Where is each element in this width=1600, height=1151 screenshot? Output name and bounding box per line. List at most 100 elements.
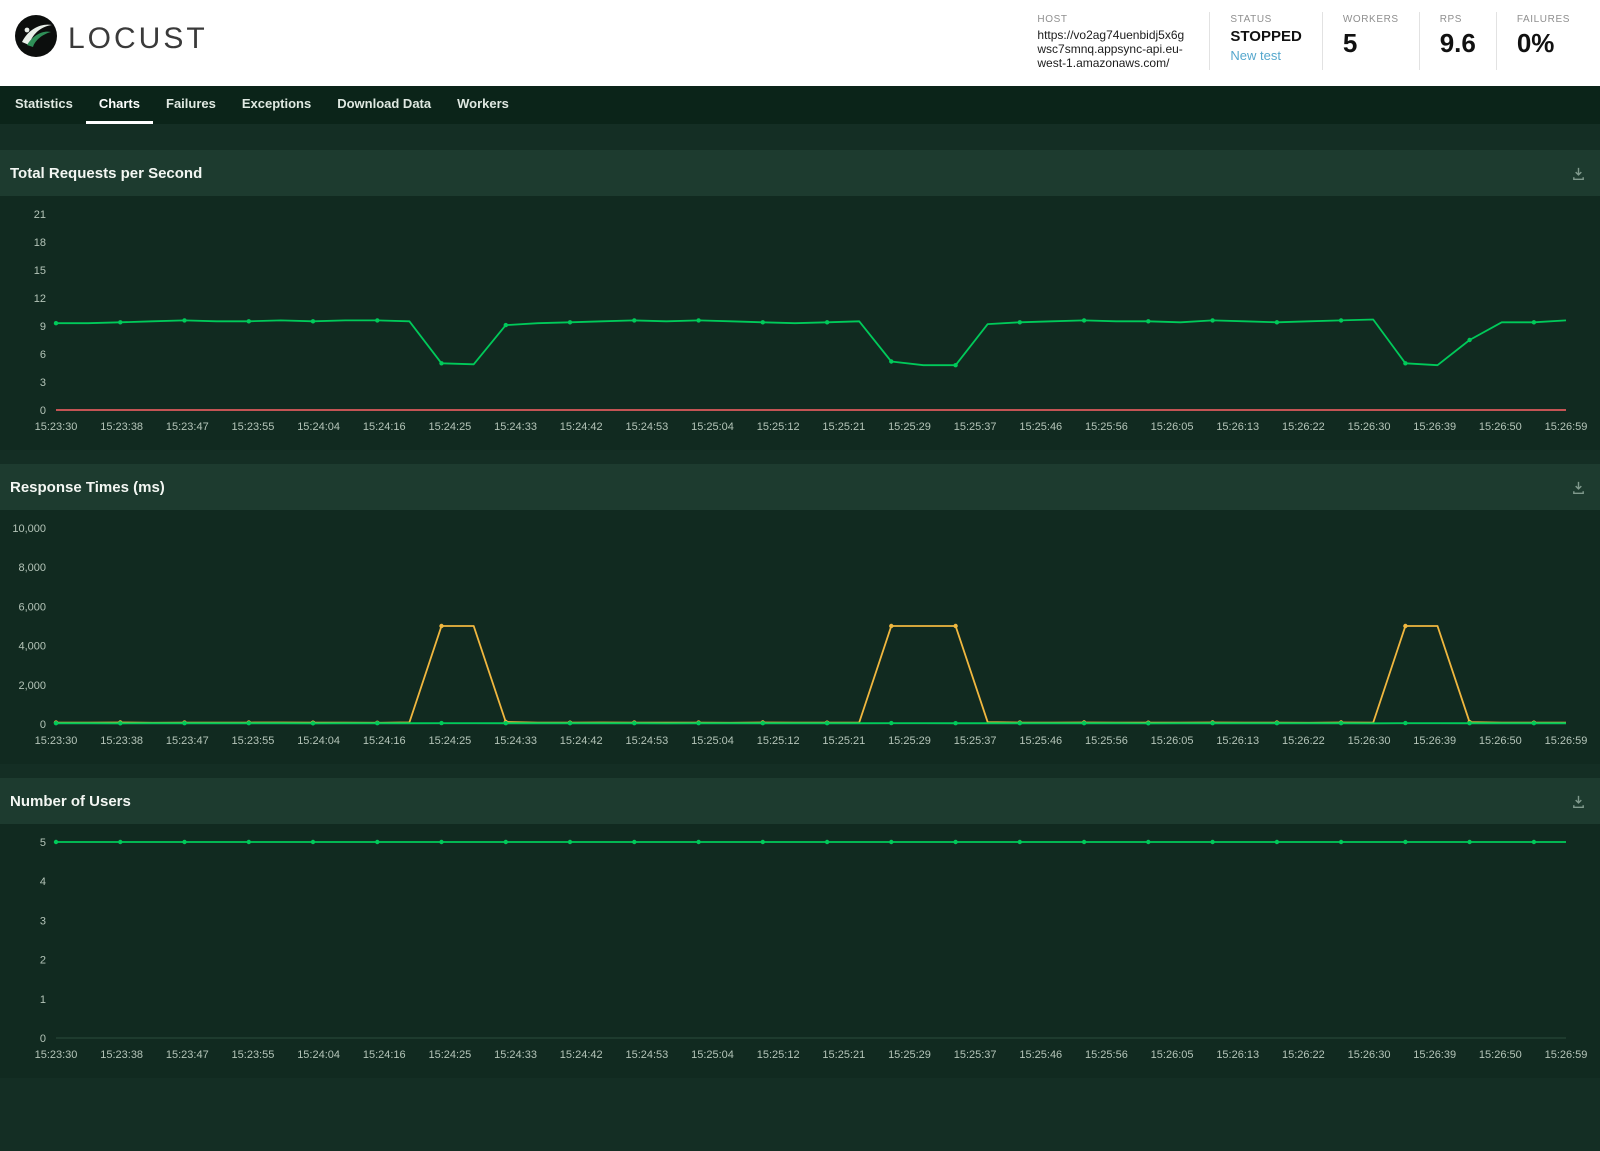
svg-text:15:26:30: 15:26:30	[1348, 421, 1391, 433]
svg-text:15:25:56: 15:25:56	[1085, 735, 1128, 747]
total-rps-chart-canvas: 0 3 6 9 12 15 18 21 15:23:30 15:23:38 15:23:47 15:2…	[34, 209, 1588, 433]
download-chart-icon[interactable]	[1571, 480, 1586, 495]
svg-text:15:23:38: 15:23:38	[100, 421, 143, 433]
svg-text:15:25:56: 15:25:56	[1085, 421, 1128, 433]
svg-text:15:25:04: 15:25:04	[691, 1049, 734, 1061]
svg-text:15:24:16: 15:24:16	[363, 1049, 406, 1061]
svg-text:15:23:30: 15:23:30	[35, 735, 78, 747]
svg-text:15:26:05: 15:26:05	[1151, 735, 1194, 747]
svg-text:15:25:37: 15:25:37	[954, 735, 997, 747]
svg-text:15:25:04: 15:25:04	[691, 735, 734, 747]
number-of-users-chart-canvas: 0 1 2 3 4 5 15:23:30 15:23:38 15:23:47 15:23:55 15…	[35, 837, 1588, 1061]
svg-text:15:26:30: 15:26:30	[1348, 735, 1391, 747]
chart-panel-number-of-users: Number of Users 0 1 2 3 4 5 15:23:30 15:23:38 15…	[0, 778, 1600, 1078]
svg-text:15:25:46: 15:25:46	[1019, 1049, 1062, 1061]
svg-text:15:26:39: 15:26:39	[1413, 735, 1456, 747]
svg-text:15:26:39: 15:26:39	[1413, 421, 1456, 433]
svg-text:15:25:29: 15:25:29	[888, 421, 931, 433]
charts-main: Total Requests per Second 0 3 6 9 12 15 18 21 15…	[0, 124, 1600, 1078]
svg-text:0: 0	[40, 719, 46, 731]
svg-text:15:24:33: 15:24:33	[494, 421, 537, 433]
workers-value: 5	[1342, 28, 1358, 58]
svg-text:1: 1	[40, 994, 46, 1006]
svg-text:15:25:21: 15:25:21	[822, 1049, 865, 1061]
locust-logo-icon	[14, 14, 58, 63]
svg-text:18: 18	[34, 237, 46, 249]
main-nav: Statistics Charts Failures Exceptions Do…	[0, 86, 1600, 124]
svg-text:15:25:04: 15:25:04	[691, 421, 734, 433]
svg-text:15:26:05: 15:26:05	[1151, 1049, 1194, 1061]
svg-text:6: 6	[40, 349, 46, 361]
svg-text:15:23:55: 15:23:55	[232, 421, 275, 433]
svg-text:15:23:30: 15:23:30	[35, 1049, 78, 1061]
svg-text:15:26:13: 15:26:13	[1216, 1049, 1259, 1061]
svg-text:15:26:30: 15:26:30	[1348, 1049, 1391, 1061]
tab-charts[interactable]: Charts	[85, 86, 153, 124]
svg-text:10,000: 10,000	[12, 523, 46, 535]
svg-text:15:25:21: 15:25:21	[822, 421, 865, 433]
chart-title-number-of-users: Number of Users	[10, 792, 131, 810]
svg-text:15:26:50: 15:26:50	[1479, 421, 1522, 433]
rps-stat: RPS 9.6	[1418, 12, 1496, 70]
svg-text:3: 3	[40, 915, 46, 927]
chart-body: 0 3 6 9 12 15 18 21 15:23:30 15:23:38 15:23:47 15:2…	[0, 196, 1600, 450]
svg-text:4,000: 4,000	[18, 641, 46, 653]
chart-header: Number of Users	[0, 778, 1600, 824]
tab-workers[interactable]: Workers	[444, 86, 522, 124]
new-test-link[interactable]: New test	[1230, 48, 1281, 63]
chart-panel-response-times: Response Times (ms) 0 2,000 4,000 6,000 8,00…	[0, 464, 1600, 764]
failures-stat: FAILURES 0%	[1495, 12, 1590, 70]
svg-text:15:23:55: 15:23:55	[232, 735, 275, 747]
svg-text:15:25:12: 15:25:12	[757, 735, 800, 747]
svg-text:15:26:05: 15:26:05	[1151, 421, 1194, 433]
chart-title-total-rps: Total Requests per Second	[10, 164, 203, 182]
status-label: STATUS	[1230, 14, 1272, 25]
chart-header: Response Times (ms)	[0, 464, 1600, 510]
tab-download-data[interactable]: Download Data	[324, 86, 444, 124]
svg-text:15:24:53: 15:24:53	[625, 421, 668, 433]
status-stat: STATUS STOPPED New test	[1209, 12, 1321, 70]
tab-failures[interactable]: Failures	[153, 86, 229, 124]
svg-text:15:23:47: 15:23:47	[166, 735, 209, 747]
svg-text:15:24:42: 15:24:42	[560, 735, 603, 747]
locust-logo[interactable]: LOCUST	[14, 14, 208, 63]
svg-text:15:26:13: 15:26:13	[1216, 421, 1259, 433]
svg-text:15:23:38: 15:23:38	[100, 1049, 143, 1061]
svg-text:15:25:46: 15:25:46	[1019, 735, 1062, 747]
status-value: STOPPED	[1230, 28, 1302, 45]
workers-stat: WORKERS 5	[1321, 12, 1419, 70]
svg-text:6,000: 6,000	[18, 601, 46, 613]
svg-text:2: 2	[40, 955, 46, 967]
svg-text:15:24:16: 15:24:16	[363, 735, 406, 747]
header-stats: HOST https://vo2ag74uenbidj5x6gwsc7smnq.…	[1017, 12, 1590, 70]
download-chart-icon[interactable]	[1571, 794, 1586, 809]
svg-text:12: 12	[34, 293, 46, 305]
workers-label: WORKERS	[1342, 14, 1399, 25]
svg-text:15:23:55: 15:23:55	[232, 1049, 275, 1061]
svg-text:15:24:42: 15:24:42	[560, 1049, 603, 1061]
svg-text:15:24:04: 15:24:04	[297, 421, 340, 433]
svg-text:15:26:59: 15:26:59	[1545, 421, 1588, 433]
svg-text:21: 21	[34, 209, 46, 221]
svg-text:15:25:12: 15:25:12	[757, 1049, 800, 1061]
svg-text:15:23:47: 15:23:47	[166, 421, 209, 433]
svg-text:15:24:53: 15:24:53	[625, 1049, 668, 1061]
svg-text:5: 5	[40, 837, 46, 849]
svg-text:15:26:59: 15:26:59	[1545, 1049, 1588, 1061]
svg-text:15:26:22: 15:26:22	[1282, 421, 1325, 433]
response-times-chart-canvas: 0 2,000 4,000 6,000 8,000 10,000 15:23:30 15:23…	[12, 523, 1587, 747]
tab-statistics[interactable]: Statistics	[2, 86, 86, 124]
svg-text:15:24:25: 15:24:25	[428, 1049, 471, 1061]
svg-text:0: 0	[40, 1033, 46, 1045]
svg-text:15:24:33: 15:24:33	[494, 735, 537, 747]
svg-text:15:25:29: 15:25:29	[888, 1049, 931, 1061]
svg-text:15:26:50: 15:26:50	[1479, 735, 1522, 747]
svg-text:15:26:22: 15:26:22	[1282, 735, 1325, 747]
chart-title-response-times: Response Times (ms)	[10, 478, 165, 496]
tab-exceptions[interactable]: Exceptions	[229, 86, 324, 124]
svg-text:3: 3	[40, 377, 46, 389]
host-label: HOST	[1037, 14, 1068, 25]
svg-text:15:24:42: 15:24:42	[560, 421, 603, 433]
download-chart-icon[interactable]	[1571, 166, 1586, 181]
svg-text:15:23:47: 15:23:47	[166, 1049, 209, 1061]
